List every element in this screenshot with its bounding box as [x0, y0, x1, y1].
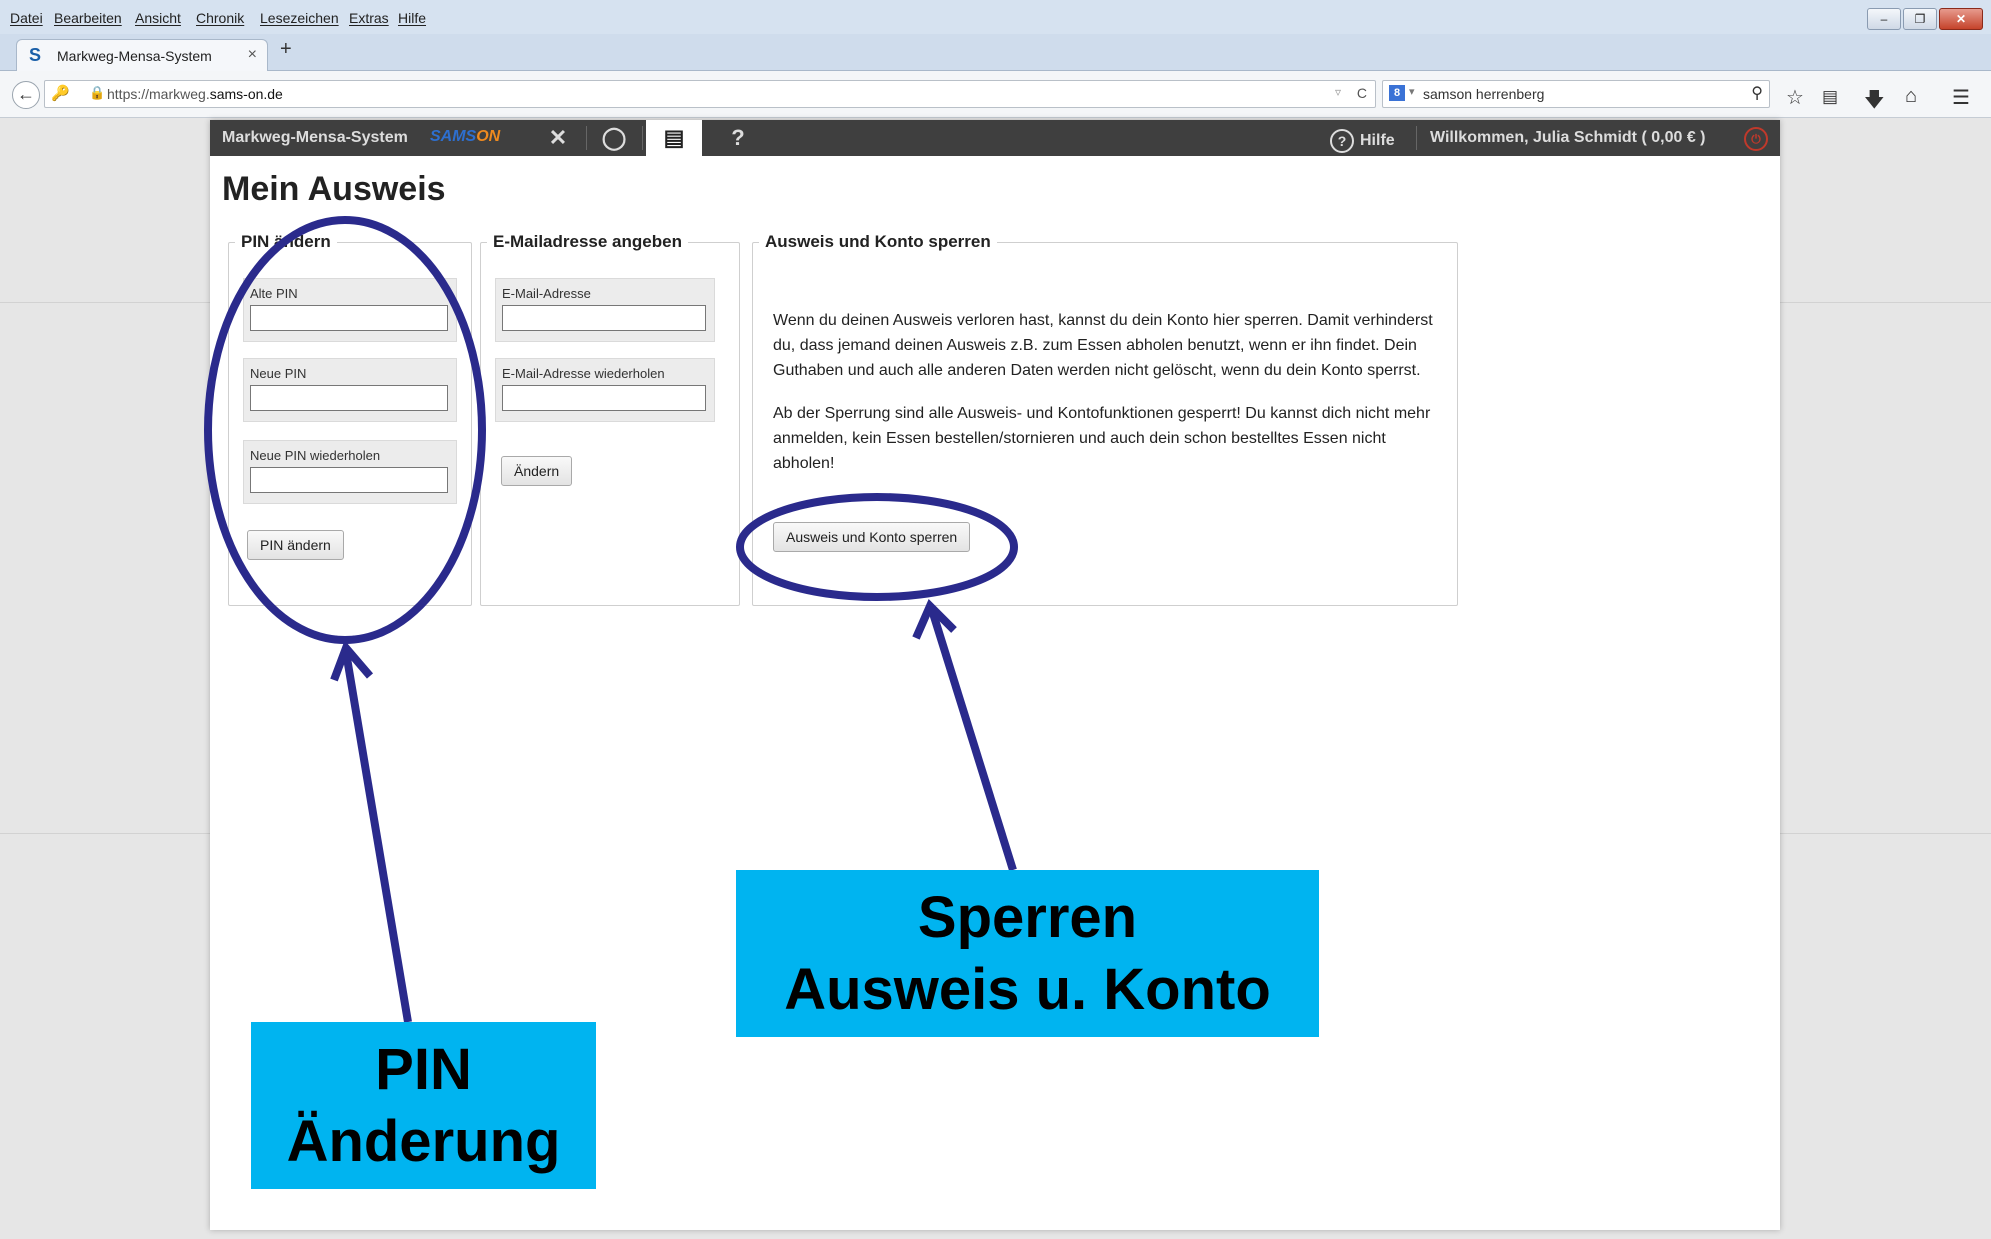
lock-arrow-line: [928, 608, 1017, 872]
pin-callout-line2: Änderung: [286, 1108, 561, 1174]
lock-callout: Sperren Ausweis u. Konto: [736, 870, 1319, 1037]
pin-callout-line1: PIN: [375, 1036, 472, 1102]
pin-arrow-line: [342, 651, 412, 1023]
lock-callout-text: Sperren Ausweis u. Konto: [784, 882, 1271, 1026]
lock-callout-line1: Sperren: [917, 884, 1138, 950]
pin-highlight-ellipse: [204, 216, 486, 644]
lock-callout-line2: Ausweis u. Konto: [784, 956, 1271, 1022]
pin-callout: PIN Änderung: [251, 1022, 596, 1189]
pin-callout-text: PIN Änderung: [287, 1034, 561, 1178]
lock-highlight-ellipse: [736, 493, 1018, 601]
